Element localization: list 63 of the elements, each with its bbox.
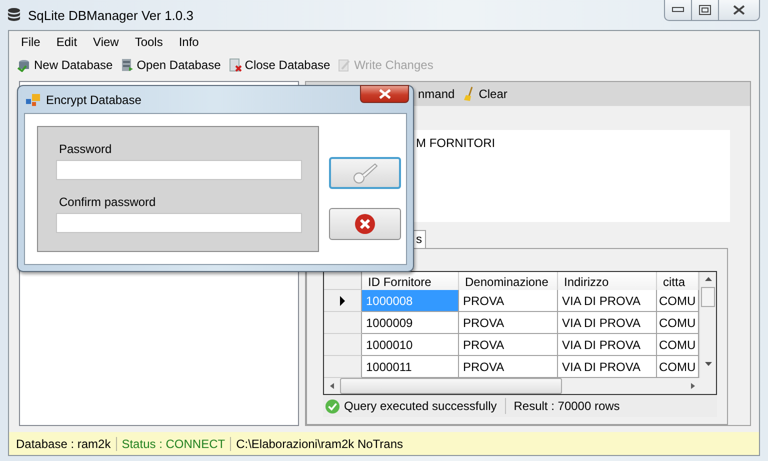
- toolbar-button[interactable]: Close Database: [226, 57, 332, 73]
- status-text: Database : ram2k: [11, 436, 117, 450]
- command-button[interactable]: nmand: [418, 87, 455, 101]
- check-icon: [325, 398, 340, 414]
- status-message: Query executed successfully: [344, 399, 497, 413]
- cancel-button[interactable]: [329, 208, 401, 240]
- table-cell: 1000010: [362, 334, 459, 356]
- table-cell: VIA DI PROVA: [558, 334, 657, 356]
- toolbar-button[interactable]: New Database: [15, 57, 115, 73]
- status-text: C:\Elaborazioni\ram2k NoTrans: [235, 436, 404, 450]
- window-icon: [26, 94, 40, 106]
- minimize-icon: [672, 7, 684, 13]
- database-icon: [17, 58, 31, 72]
- horizontal-scrollbar[interactable]: [324, 378, 716, 394]
- table-cell: PROVA: [459, 334, 558, 356]
- vertical-scrollbar[interactable]: [699, 272, 716, 378]
- field-label: Confirm password: [59, 195, 157, 209]
- clear-button[interactable]: Clear: [462, 86, 508, 102]
- column-header[interactable]: citta: [657, 272, 699, 290]
- status-text: Status : CONNECT: [116, 436, 232, 450]
- menu-item[interactable]: View: [85, 35, 127, 49]
- table-cell: PROVA: [459, 312, 558, 334]
- column-header[interactable]: Indirizzo: [558, 272, 657, 290]
- maximize-button[interactable]: [692, 0, 719, 21]
- table-cell: PROVA: [459, 290, 558, 312]
- scroll-down-icon[interactable]: [704, 362, 712, 366]
- scroll-thumb[interactable]: [701, 287, 715, 307]
- close-icon: [733, 5, 745, 15]
- key-icon: [351, 161, 379, 185]
- table-cell: 1000008: [362, 290, 459, 312]
- cancel-icon: [354, 213, 376, 235]
- window-title: SqLite DBManager Ver 1.0.3: [28, 8, 194, 22]
- maximize-icon: [699, 5, 711, 15]
- table-cell: 1000009: [362, 312, 459, 334]
- toolbar-button[interactable]: Open Database: [118, 57, 223, 73]
- table-cell: VIA DI PROVA: [558, 312, 657, 334]
- table-cell: VIA DI PROVA: [558, 290, 657, 312]
- corner-header: [324, 272, 362, 290]
- close-icon: [378, 89, 390, 99]
- menu-item[interactable]: File: [13, 35, 48, 49]
- scroll-up-icon[interactable]: [704, 277, 712, 281]
- current-row-icon: [340, 296, 345, 306]
- password-field[interactable]: [56, 213, 302, 233]
- database-icon: [6, 7, 22, 23]
- close-button[interactable]: [360, 85, 409, 103]
- pencil-page-icon: [337, 58, 352, 72]
- minimize-button[interactable]: [664, 0, 692, 21]
- encrypt-button[interactable]: [329, 157, 401, 189]
- column-header[interactable]: ID Fornitore: [362, 272, 459, 290]
- password-field[interactable]: [56, 160, 302, 180]
- dialog-title: Encrypt Database: [46, 92, 142, 106]
- server-icon: [120, 58, 134, 72]
- field-label: Password: [59, 142, 113, 156]
- close-button[interactable]: [719, 0, 760, 21]
- row-header[interactable]: [324, 290, 362, 312]
- menu-item[interactable]: Edit: [48, 35, 86, 49]
- scroll-thumb[interactable]: [340, 378, 562, 394]
- menu-item[interactable]: Info: [170, 35, 207, 49]
- menu-item[interactable]: Tools: [126, 35, 171, 49]
- document-icon: [228, 58, 242, 72]
- column-header[interactable]: Denominazione: [459, 272, 558, 290]
- broom-icon: [462, 86, 475, 102]
- result-count: Result : 70000 rows: [514, 399, 620, 413]
